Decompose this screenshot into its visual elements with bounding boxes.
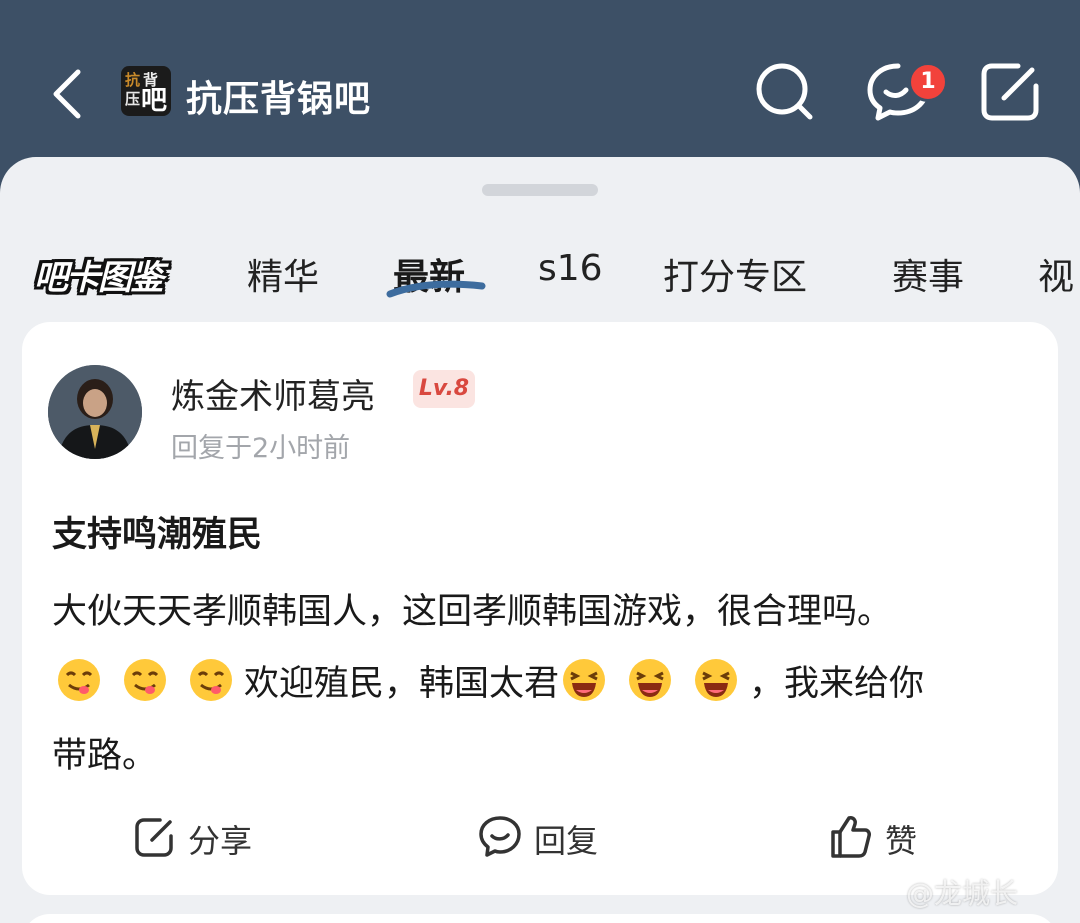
watermark: @龙城长 [906, 877, 1019, 910]
share-label: 分享 [188, 822, 253, 860]
laughing-emoji-icon [695, 659, 738, 701]
active-tab-underline [386, 280, 486, 298]
top-bar: 抗 背 压 吧 抗压背锅吧 1 [0, 0, 1080, 160]
yum-emoji-icon [190, 659, 232, 701]
username[interactable]: 炼金术师葛亮 [171, 369, 375, 418]
next-post-card[interactable] [22, 914, 1058, 923]
tab-matches[interactable]: 赛事 [892, 248, 964, 300]
logo-char: 压 [125, 90, 141, 108]
reply-timestamp: 回复于2小时前 [171, 433, 351, 464]
comment-icon [479, 816, 521, 857]
search-icon[interactable] [754, 60, 818, 124]
notification-badge: 1 [908, 62, 948, 102]
thumbs-up-icon [831, 816, 871, 858]
post-body-line: 欢迎殖民，韩国太君 ，我来给你 [52, 648, 1037, 720]
forum-title[interactable]: 抗压背锅吧 [186, 70, 371, 122]
edit-icon[interactable] [978, 60, 1042, 124]
tab-video[interactable]: 视 [1038, 248, 1074, 300]
logo-char: 吧 [141, 86, 168, 116]
drag-handle[interactable] [482, 184, 598, 196]
post-body-text: 欢迎殖民，韩国太君 [244, 664, 560, 704]
avatar-image [48, 365, 142, 459]
laughing-emoji-icon [563, 659, 606, 701]
post-body-line: 大伙天天孝顺韩国人，这回孝顺韩国游戏，很合理吗。 [52, 592, 893, 632]
post-body-line: 带路。 [52, 736, 158, 776]
logo-char: 抗 [125, 71, 141, 89]
tab-rating-zone[interactable]: 打分专区 [663, 248, 807, 300]
forum-logo[interactable]: 抗 背 压 吧 [121, 66, 171, 116]
level-badge: Lv.8 [413, 370, 475, 408]
post-body[interactable]: 大伙天天孝顺韩国人，这回孝顺韩国游戏，很合理吗。 欢迎殖民，韩国太君 ，我来给你 … [52, 576, 1037, 792]
reply-label: 回复 [534, 822, 599, 860]
yum-emoji-icon [58, 659, 100, 701]
laughing-emoji-icon [629, 659, 672, 701]
tab-card-gallery[interactable]: 吧卡图鉴 [34, 250, 164, 299]
back-arrow-icon[interactable] [48, 64, 92, 124]
tab-featured[interactable]: 精华 [247, 248, 319, 300]
yum-emoji-icon [124, 659, 166, 701]
post-body-text: ，我来给你 [749, 664, 925, 704]
tab-bar: 吧卡图鉴 精华 最新 s16 打分专区 赛事 视 [0, 238, 1080, 318]
avatar[interactable] [48, 365, 142, 459]
post-title[interactable]: 支持鸣潮殖民 [52, 506, 262, 557]
share-icon [135, 818, 173, 857]
tab-s16[interactable]: s16 [538, 248, 603, 289]
like-label: 赞 [885, 822, 918, 860]
